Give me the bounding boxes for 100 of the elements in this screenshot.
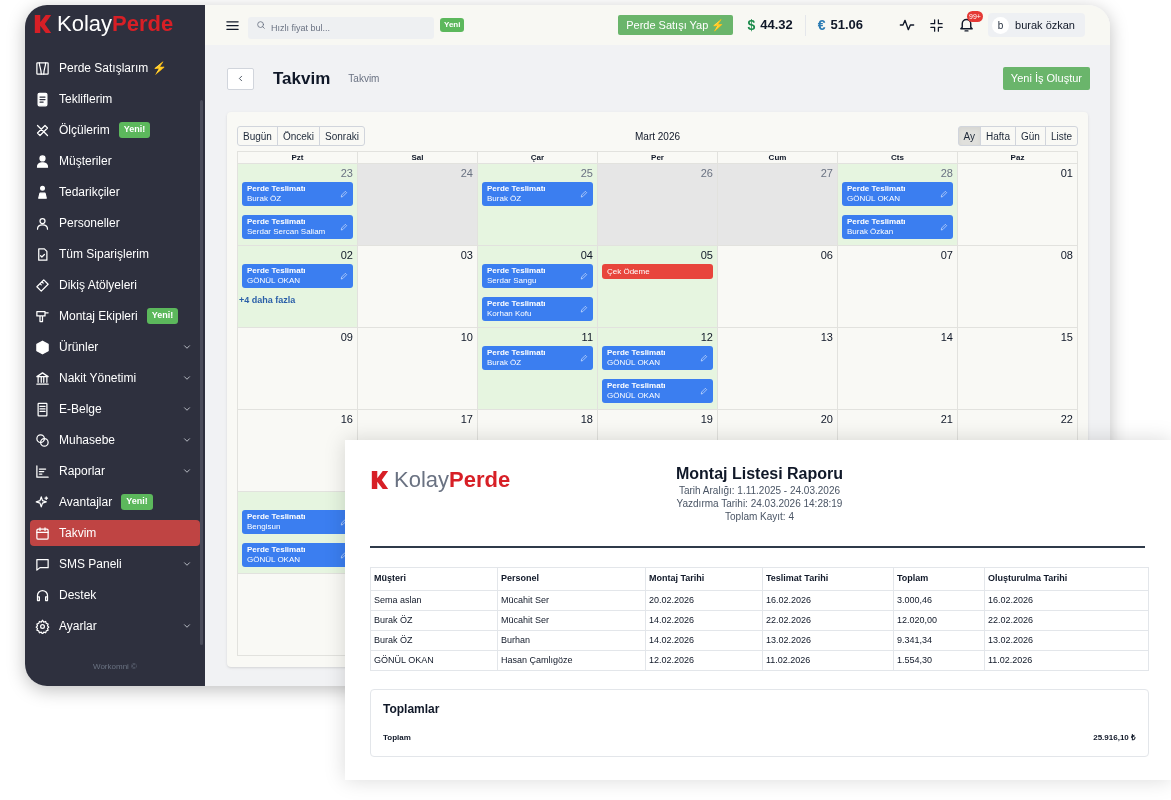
sidebar-item[interactable]: Müşteriler — [30, 148, 200, 174]
calendar-event[interactable]: Perde Teslimatı Burak Özkan — [842, 215, 953, 239]
table-cell: 3.000,46 — [893, 590, 985, 611]
sidebar-item[interactable]: Personeller — [30, 210, 200, 236]
sidebar-item[interactable]: Tüm Siparişlerim — [30, 241, 200, 267]
view-tab[interactable]: Hafta — [980, 126, 1016, 146]
day-number: 05 — [700, 248, 713, 263]
table-cell: 11.02.2026 — [984, 650, 1149, 671]
ruler-pencil-icon — [35, 122, 50, 138]
calendar-event[interactable]: Perde Teslimatı Serdar Sangu — [482, 264, 593, 288]
sidebar-item[interactable]: Destek — [30, 582, 200, 608]
sparkle-icon — [35, 494, 50, 510]
footer-text: Workomni © — [92, 661, 138, 673]
calendar-event[interactable]: Perde Teslimatı GÖNÜL OKAN — [602, 379, 713, 403]
table-cell: Burhan — [497, 630, 646, 651]
sidebar-item[interactable]: Takvim — [30, 520, 200, 546]
settings-icon — [35, 618, 50, 634]
day-number: 01 — [1060, 166, 1073, 181]
day-number: 04 — [580, 248, 593, 263]
calendar-event[interactable]: Perde Teslimatı GÖNÜL OKAN — [842, 182, 953, 206]
column-header: Toplam — [893, 567, 985, 591]
sidebar-item[interactable]: Muhasebe — [30, 427, 200, 453]
sidebar-item[interactable]: Montaj Ekipleri Yeni! — [30, 303, 200, 329]
table-cell: 13.02.2026 — [984, 630, 1149, 651]
table-cell: Sema aslan — [370, 590, 498, 611]
sidebar-item[interactable]: SMS Paneli — [30, 551, 200, 577]
calendar-title: Mart 2026 — [634, 129, 681, 144]
day-number: 27 — [820, 166, 833, 181]
event-title: Perde Teslimatı — [847, 217, 907, 227]
new-badge: Yeni — [440, 18, 465, 32]
event-title: Perde Teslimatı — [247, 184, 307, 194]
calendar-event[interactable]: Perde Teslimatı GÖNÜL OKAN — [602, 346, 713, 370]
user-menu[interactable]: b burak özkan — [988, 13, 1085, 37]
view-tab[interactable]: Liste — [1044, 126, 1078, 146]
day-number: 12 — [700, 330, 713, 345]
day-number: 10 — [460, 330, 473, 345]
day-number: 13 — [820, 330, 833, 345]
event-name: Burak ÖZ — [487, 194, 523, 204]
calendar-event[interactable]: Perde Teslimatı Serdar Sercan Saliam — [242, 215, 353, 239]
weekday-label: Cum — [768, 152, 787, 163]
sidebar-item[interactable]: Raporlar — [30, 458, 200, 484]
more-link[interactable]: +4 daha fazla — [239, 294, 296, 308]
table-cell: 20.02.2026 — [645, 590, 763, 611]
column-header: Müşteri — [370, 567, 498, 591]
rate-value: 51.06 — [830, 16, 864, 35]
table-cell: Burak ÖZ — [370, 610, 498, 631]
day-number: 08 — [1060, 248, 1073, 263]
day-number: 18 — [580, 412, 593, 427]
event-name: GÖNÜL OKAN — [247, 555, 302, 565]
calendar-event[interactable]: Perde Teslimatı Burak ÖZ — [482, 346, 593, 370]
new-badge: Yeni! — [146, 308, 179, 324]
chevron-left-icon — [236, 74, 245, 83]
pencil-icon — [580, 272, 588, 280]
day-number: 16 — [340, 412, 353, 427]
calendar-event[interactable]: Perde Teslimatı GÖNÜL OKAN — [242, 264, 353, 288]
currency-symbol: € — [817, 15, 826, 35]
view-tab[interactable]: Ay — [957, 126, 982, 146]
sidebar-item[interactable]: Tekliflerim — [30, 86, 200, 112]
sidebar-item[interactable]: Tedarikçiler — [30, 179, 200, 205]
calendar-event[interactable]: Çek Ödeme — [602, 264, 713, 279]
nav-button[interactable]: Sonraki — [319, 126, 365, 146]
calendar-event[interactable]: Perde Teslimatı Burak ÖZ — [242, 182, 353, 206]
compress-icon[interactable] — [929, 17, 945, 33]
view-tab[interactable]: Gün — [1014, 126, 1046, 146]
table-cell: 13.02.2026 — [762, 630, 894, 651]
event-name: Bengisun — [247, 522, 282, 532]
calendar-event[interactable]: Perde Teslimatı Burak ÖZ — [482, 182, 593, 206]
column-header: Personel — [497, 567, 646, 591]
event-name: Burak ÖZ — [247, 194, 283, 204]
search-field[interactable]: Hızlı fiyat bul... — [248, 17, 434, 39]
sidebar-item[interactable]: Ölçülerim Yeni! — [30, 117, 200, 143]
day-number: 06 — [820, 248, 833, 263]
table-cell: 14.02.2026 — [645, 630, 763, 651]
column-header: Teslimat Tarihi — [762, 567, 894, 591]
sidebar-item[interactable]: Dikiş Atölyeleri — [30, 272, 200, 298]
event-title: Perde Teslimatı — [247, 545, 307, 555]
sidebar-logo-icon — [33, 12, 53, 36]
people-icon — [35, 184, 50, 200]
sidebar-item[interactable]: E-Belge — [30, 396, 200, 422]
table-cell: 22.02.2026 — [762, 610, 894, 631]
pulse-icon[interactable] — [899, 17, 916, 33]
nav-button[interactable]: Bugün — [237, 126, 278, 146]
rate-value: 44.32 — [760, 16, 793, 35]
event-name: GÖNÜL OKAN — [607, 391, 662, 401]
table-cell: GÖNÜL OKAN — [370, 650, 498, 671]
sidebar-item[interactable]: Ayarlar — [30, 613, 200, 639]
event-title: Perde Teslimatı — [247, 512, 307, 522]
page-title: Takvim — [273, 67, 331, 90]
sidebar-item[interactable]: Avantajlar Yeni! — [30, 489, 200, 515]
sidebar-item[interactable]: Nakit Yönetimi — [30, 365, 200, 391]
table-cell: 12.02.2026 — [645, 650, 763, 671]
report-meta: Yazdırma Tarihi: 24.03.2026 14:28:19 — [676, 497, 843, 510]
search-icon — [256, 20, 266, 30]
headset-icon — [35, 587, 50, 603]
sidebar-item[interactable]: Ürünler — [30, 334, 200, 360]
sidebar-item[interactable]: Perde Satışlarım ⚡ — [30, 55, 200, 81]
day-number: 19 — [700, 412, 713, 427]
calendar-event[interactable]: Perde Teslimatı Korhan Kofu — [482, 297, 593, 321]
day-number: 28 — [940, 166, 953, 181]
nav-button[interactable]: Önceki — [276, 126, 321, 146]
